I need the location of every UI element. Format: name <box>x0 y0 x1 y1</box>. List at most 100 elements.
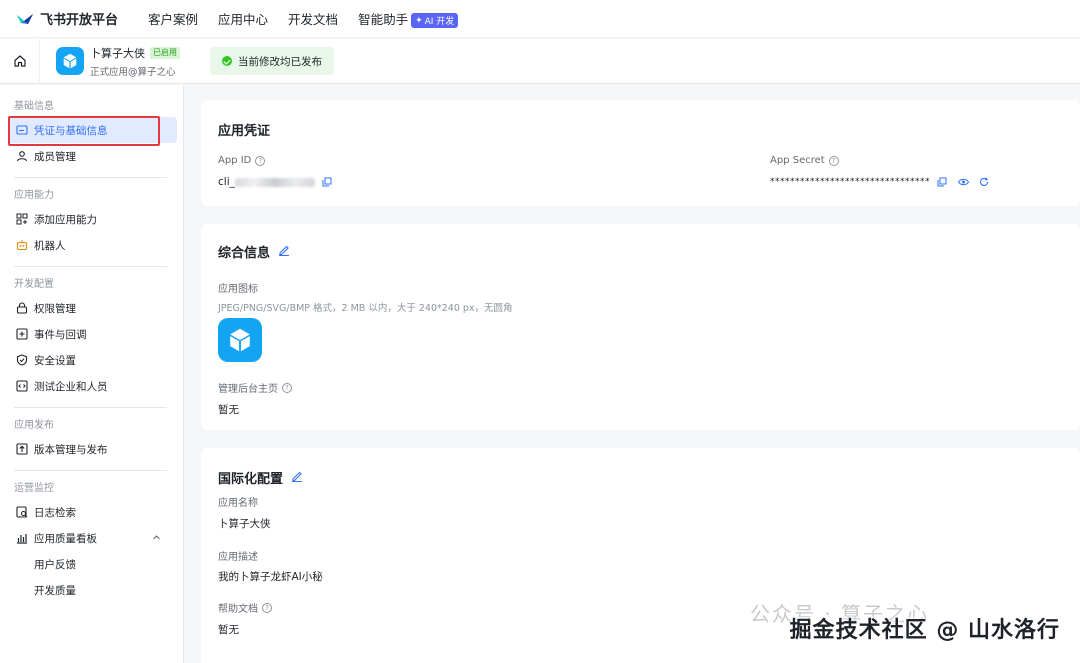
log-search-icon <box>16 506 28 518</box>
sidebar-divider <box>14 177 167 178</box>
sidebar-item-bot[interactable]: 机器人 <box>0 232 177 258</box>
user-icon <box>16 150 28 162</box>
robot-icon <box>16 239 28 251</box>
sidebar: 基础信息 凭证与基础信息 成员管理 应用能力 添加应用能力 机器人 开发配置 权… <box>0 85 184 663</box>
refresh-icon[interactable] <box>978 176 990 188</box>
cube-icon <box>63 53 77 69</box>
sidebar-item-dev-quality[interactable]: 开发质量 <box>0 577 177 603</box>
sidebar-item-label: 用户反馈 <box>34 558 76 571</box>
i18n-title: 国际化配置 <box>218 472 284 487</box>
chevron-up-icon[interactable] <box>152 533 161 545</box>
sidebar-item-permissions[interactable]: 权限管理 <box>0 295 177 321</box>
publish-status-banner: 当前修改均已发布 <box>210 47 334 75</box>
help-icon[interactable]: ? <box>828 155 839 166</box>
sidebar-item-versions[interactable]: 版本管理与发布 <box>0 436 177 462</box>
top-navbar: 飞书开放平台 客户案例 应用中心 开发文档 智能助手 ✦ AI 开发 <box>0 0 1080 38</box>
card-title: 应用凭证 <box>218 120 270 139</box>
sidebar-item-credentials[interactable]: 凭证与基础信息 <box>8 117 177 143</box>
app-secret-value-row: ******************************** <box>770 176 990 188</box>
sidebar-item-label: 应用质量看板 <box>34 532 97 545</box>
sidebar-item-test-tenants[interactable]: 测试企业和人员 <box>0 373 177 399</box>
sidebar-item-user-feedback[interactable]: 用户反馈 <box>0 551 177 577</box>
sidebar-item-label: 机器人 <box>34 239 66 252</box>
main-content: 应用凭证 App ID ? cli_ App Secret ? ********… <box>201 100 1080 663</box>
edit-icon[interactable] <box>278 244 290 260</box>
ai-badge: ✦ AI 开发 <box>411 13 459 29</box>
sidebar-divider <box>14 407 167 408</box>
admin-value: 暂无 <box>218 404 239 416</box>
nav-smart-assistant[interactable]: 智能助手 ✦ AI 开发 <box>358 9 459 29</box>
sidebar-group-title: 基础信息 <box>14 101 54 112</box>
sidebar-item-label: 权限管理 <box>34 302 76 315</box>
app-secret-label: App Secret <box>770 155 825 166</box>
event-icon <box>16 328 28 340</box>
app-secret-masked: ******************************** <box>770 177 930 187</box>
nav-customer-cases[interactable]: 客户案例 <box>148 9 198 28</box>
credentials-title: 应用凭证 <box>218 124 271 139</box>
copy-icon[interactable] <box>936 176 948 188</box>
app-name: 卜算子大侠 <box>90 46 145 60</box>
sidebar-item-events[interactable]: 事件与回调 <box>0 321 177 347</box>
home-button[interactable] <box>0 38 40 84</box>
sidebar-item-label: 版本管理与发布 <box>34 443 108 456</box>
watermark: 掘金技术社区 @ 山水洛行 <box>789 618 1060 643</box>
sidebar-item-label: 事件与回调 <box>34 328 87 341</box>
lock-icon <box>16 302 28 314</box>
sidebar-divider <box>14 266 167 267</box>
sidebar-item-log-search[interactable]: 日志检索 <box>0 499 177 525</box>
help-icon[interactable]: ? <box>255 155 266 166</box>
general-info-card: 综合信息 应用图标 JPEG/PNG/SVG/BMP 格式，2 MB 以内，大于… <box>201 224 1080 430</box>
edit-icon[interactable] <box>291 470 303 486</box>
feishu-logo-icon <box>16 12 34 26</box>
app-id-label: App ID <box>218 155 252 166</box>
copy-icon[interactable] <box>321 176 333 188</box>
icon-hint: JPEG/PNG/SVG/BMP 格式，2 MB 以内，大于 240*240 p… <box>218 303 513 314</box>
help-icon[interactable]: ? <box>282 382 292 393</box>
sidebar-item-quality-board[interactable]: 应用质量看板 <box>0 525 177 551</box>
sidebar-group-title: 开发配置 <box>14 279 54 290</box>
name-label: 应用名称 <box>218 498 258 509</box>
desc-value: 我的卜算子龙虾AI小秘 <box>218 571 323 583</box>
sidebar-item-security[interactable]: 安全设置 <box>0 347 177 373</box>
card-icon <box>16 124 28 136</box>
card-title: 综合信息 <box>218 242 290 261</box>
admin-label-row: 管理后台主页 ? <box>218 380 292 395</box>
shield-icon <box>16 354 28 366</box>
credentials-card: 应用凭证 App ID ? cli_ App Secret ? ********… <box>201 100 1080 206</box>
sidebar-item-label: 测试企业和人员 <box>34 380 108 393</box>
help-doc-value: 暂无 <box>218 624 239 636</box>
help-doc-label-row: 帮助文档 ? <box>218 600 272 615</box>
status-badge: 已启用 <box>150 46 180 59</box>
nav-dev-docs[interactable]: 开发文档 <box>288 9 338 28</box>
sidebar-group-title: 应用能力 <box>14 190 54 201</box>
sidebar-item-label: 凭证与基础信息 <box>34 124 108 137</box>
code-icon <box>16 380 28 392</box>
brand-logo[interactable]: 飞书开放平台 <box>16 9 118 28</box>
cube-icon <box>230 328 250 352</box>
ai-badge-label: AI 开发 <box>424 17 455 28</box>
sidebar-item-members[interactable]: 成员管理 <box>0 143 177 169</box>
app-id-value: cli_ <box>218 176 235 188</box>
upload-icon <box>16 443 28 455</box>
sidebar-item-label: 添加应用能力 <box>34 213 97 226</box>
app-header: 卜算子大侠 已启用 正式应用@算子之心 当前修改均已发布 <box>0 38 1080 84</box>
brand-name: 飞书开放平台 <box>40 13 119 28</box>
app-subtitle: 正式应用@算子之心 <box>90 66 176 78</box>
bar-chart-icon <box>16 532 28 544</box>
help-icon[interactable]: ? <box>262 602 272 613</box>
sidebar-divider <box>14 470 167 471</box>
sidebar-item-label: 日志检索 <box>34 506 76 519</box>
name-value: 卜算子大侠 <box>218 518 271 530</box>
sidebar-item-label: 成员管理 <box>34 150 76 163</box>
general-title: 综合信息 <box>218 246 271 261</box>
eye-icon[interactable] <box>957 176 969 188</box>
nav-app-center[interactable]: 应用中心 <box>218 9 268 28</box>
help-doc-label: 帮助文档 <box>218 604 258 615</box>
app-id-label-row: App ID ? <box>218 155 266 166</box>
nav-smart-assistant-label: 智能助手 <box>358 11 409 27</box>
sidebar-group-title: 运营监控 <box>14 483 54 494</box>
app-secret-label-row: App Secret ? <box>770 155 839 166</box>
sidebar-item-add-capability[interactable]: 添加应用能力 <box>0 206 177 232</box>
app-icon-preview[interactable] <box>218 318 262 362</box>
check-circle-icon <box>222 56 232 66</box>
